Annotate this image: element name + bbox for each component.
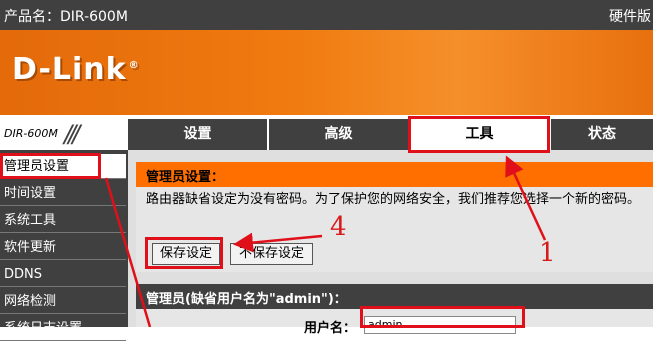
arrow-1 <box>505 155 547 241</box>
arrow-admin <box>104 177 152 327</box>
annotation-number-4: 4 <box>330 212 347 242</box>
arrow-4 <box>233 232 323 253</box>
annotation-arrows <box>104 155 547 327</box>
annotation-number-1: 1 <box>539 238 556 268</box>
